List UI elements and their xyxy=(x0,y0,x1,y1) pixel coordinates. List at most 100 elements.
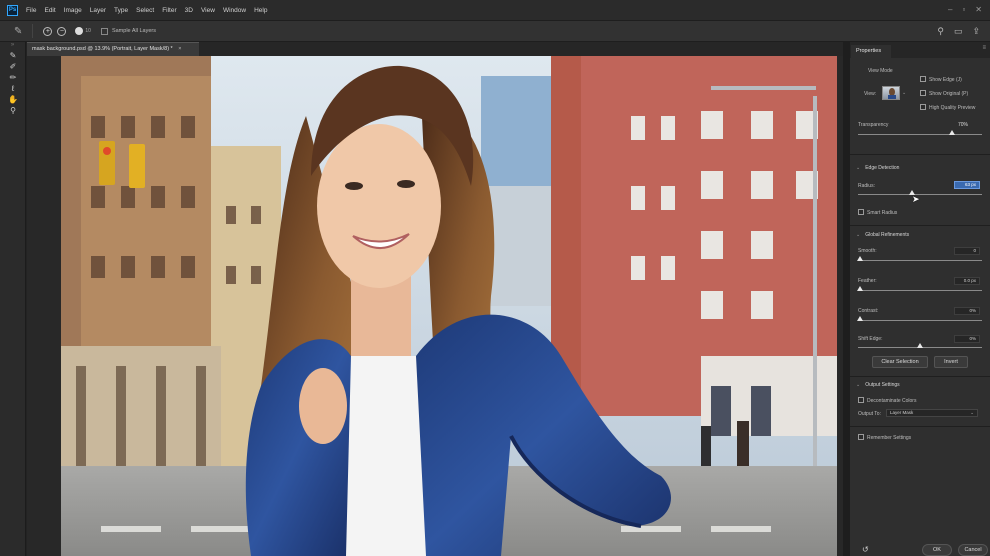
show-edge-label: Show Edge (J) xyxy=(929,77,962,83)
contrast-slider-track[interactable] xyxy=(858,320,982,321)
shift-edge-label: Shift Edge: xyxy=(858,336,883,342)
global-refinements-header[interactable]: ⌄ Global Refinements xyxy=(856,232,909,238)
subtract-from-selection-icon[interactable]: − xyxy=(57,26,67,36)
menu-window[interactable]: Window xyxy=(223,7,246,14)
photoshop-logo: Ps xyxy=(7,4,18,16)
section-divider xyxy=(850,154,990,155)
feather-input[interactable]: 0.0 px xyxy=(954,277,980,285)
view-label: View: xyxy=(864,91,877,97)
contrast-slider-thumb[interactable] xyxy=(857,316,863,321)
menu-view[interactable]: View xyxy=(201,7,215,14)
transparency-slider-thumb[interactable] xyxy=(949,130,955,135)
smooth-input[interactable]: 0 xyxy=(954,247,980,255)
transparency-label: Transparency xyxy=(858,122,889,128)
view-mode-preview-icon xyxy=(888,88,896,99)
radius-label: Radius: xyxy=(858,183,875,189)
high-quality-preview-checkbox[interactable] xyxy=(920,104,926,110)
feather-slider-track[interactable] xyxy=(858,290,982,291)
properties-panel: Properties ≡ View Mode View: ⌄ Show Edge… xyxy=(850,42,990,556)
menu-edit[interactable]: Edit xyxy=(44,7,55,14)
document-tab-title: mask background.psd @ 13.9% (Portrait, L… xyxy=(32,46,173,52)
view-dropdown-caret-icon[interactable]: ⌄ xyxy=(902,90,906,96)
add-to-selection-icon[interactable]: + xyxy=(43,26,53,36)
shift-edge-slider-thumb[interactable] xyxy=(917,343,923,348)
reset-icon[interactable]: ↺ xyxy=(862,545,869,554)
share-icon[interactable]: ⇪ xyxy=(972,26,980,37)
close-tab-icon[interactable]: × xyxy=(178,46,181,52)
canvas-area[interactable] xyxy=(27,56,843,556)
smart-radius-checkbox[interactable] xyxy=(858,209,864,215)
refine-edge-brush-tool-icon[interactable]: ✐ xyxy=(0,61,26,72)
maximize-button[interactable]: ▫ xyxy=(962,5,965,14)
feather-label: Feather: xyxy=(858,278,877,284)
menu-help[interactable]: Help xyxy=(254,7,267,14)
workspace-icon[interactable]: ▭ xyxy=(954,26,963,37)
radius-input[interactable]: 63 px xyxy=(954,181,980,189)
menu-type[interactable]: Type xyxy=(114,7,128,14)
options-divider xyxy=(32,24,34,38)
remember-settings-checkbox[interactable] xyxy=(858,434,864,440)
output-to-label: Output To: xyxy=(858,411,881,417)
chevron-down-icon: ⌄ xyxy=(856,382,861,388)
options-right-group: ⚲ ▭ ⇪ xyxy=(937,26,980,37)
output-settings-header[interactable]: ⌄ Output Settings xyxy=(856,382,900,388)
search-icon[interactable]: ⚲ xyxy=(937,26,944,37)
document-tab[interactable]: mask background.psd @ 13.9% (Portrait, L… xyxy=(27,42,199,56)
hand-tool-icon[interactable]: ✋ xyxy=(0,94,26,105)
quick-selection-tool-icon[interactable]: ✎ xyxy=(0,50,26,61)
clear-selection-button[interactable]: Clear Selection xyxy=(872,356,928,368)
smooth-label: Smooth: xyxy=(858,248,877,254)
section-divider xyxy=(850,225,990,226)
radius-slider-track[interactable] xyxy=(858,194,982,195)
close-window-button[interactable]: ✕ xyxy=(975,5,982,14)
section-divider xyxy=(850,426,990,427)
sample-all-layers-checkbox[interactable] xyxy=(100,27,108,35)
smooth-slider-thumb[interactable] xyxy=(857,256,863,261)
chevron-down-icon: ⌄ xyxy=(970,410,974,415)
panel-menu-icon[interactable]: ≡ xyxy=(982,45,986,51)
output-to-select[interactable]: Layer Mask ⌄ xyxy=(886,409,978,417)
document-canvas[interactable] xyxy=(61,56,837,556)
menu-bar: Ps File Edit Image Layer Type Select Fil… xyxy=(0,0,990,20)
show-original-checkbox[interactable] xyxy=(920,90,926,96)
shift-edge-input[interactable]: 0% xyxy=(954,335,980,343)
menu-filter[interactable]: Filter xyxy=(162,7,176,14)
invert-button[interactable]: Invert xyxy=(934,356,968,368)
transparency-value[interactable]: 70% xyxy=(958,122,968,128)
document-tab-bar: mask background.psd @ 13.9% (Portrait, L… xyxy=(27,42,843,56)
menu-3d[interactable]: 3D xyxy=(185,7,193,14)
edge-detection-header[interactable]: ⌄ Edge Detection xyxy=(856,165,899,171)
panel-tab-bar: Properties ≡ xyxy=(850,42,990,58)
decontaminate-colors-label: Decontaminate Colors xyxy=(867,398,917,404)
view-mode-thumbnail[interactable] xyxy=(882,86,900,100)
brush-preset-icon[interactable] xyxy=(75,27,84,35)
chevron-down-icon: ⌄ xyxy=(856,232,861,238)
global-refinements-heading: Global Refinements xyxy=(865,232,910,238)
contrast-input[interactable]: 0% xyxy=(954,307,980,315)
lasso-tool-icon[interactable]: ℓ xyxy=(0,83,26,94)
ok-button[interactable]: OK xyxy=(922,544,952,556)
tab-properties[interactable]: Properties xyxy=(851,45,891,58)
show-edge-checkbox[interactable] xyxy=(920,76,926,82)
transparency-slider-track[interactable] xyxy=(858,134,982,135)
chevron-down-icon: ⌄ xyxy=(856,165,861,171)
minimize-button[interactable]: – xyxy=(948,5,952,14)
sample-all-layers-label: Sample All Layers xyxy=(111,28,156,34)
menu-file[interactable]: File xyxy=(26,7,36,14)
mouse-cursor-icon: ➤ xyxy=(912,194,920,204)
smooth-slider-track[interactable] xyxy=(858,260,982,261)
cancel-button[interactable]: Cancel xyxy=(958,544,988,556)
options-bar: ✎ + − 10 Sample All Layers ⚲ ▭ ⇪ xyxy=(0,20,990,42)
menu-layer[interactable]: Layer xyxy=(90,7,106,14)
view-mode-heading: View Mode xyxy=(868,68,893,74)
zoom-tool-icon[interactable]: ⚲ xyxy=(0,105,26,116)
menu-image[interactable]: Image xyxy=(64,7,82,14)
feather-slider-thumb[interactable] xyxy=(857,286,863,291)
toolbar-grip-icon[interactable]: » xyxy=(0,42,25,50)
refine-edge-brush-icon[interactable]: ✎ xyxy=(14,26,22,37)
decontaminate-colors-checkbox[interactable] xyxy=(858,397,864,403)
tools-panel: » ✎ ✐ ✏ ℓ ✋ ⚲ xyxy=(0,42,26,556)
brush-tool-icon[interactable]: ✏ xyxy=(0,72,26,83)
portrait-image xyxy=(61,56,837,556)
menu-select[interactable]: Select xyxy=(136,7,154,14)
